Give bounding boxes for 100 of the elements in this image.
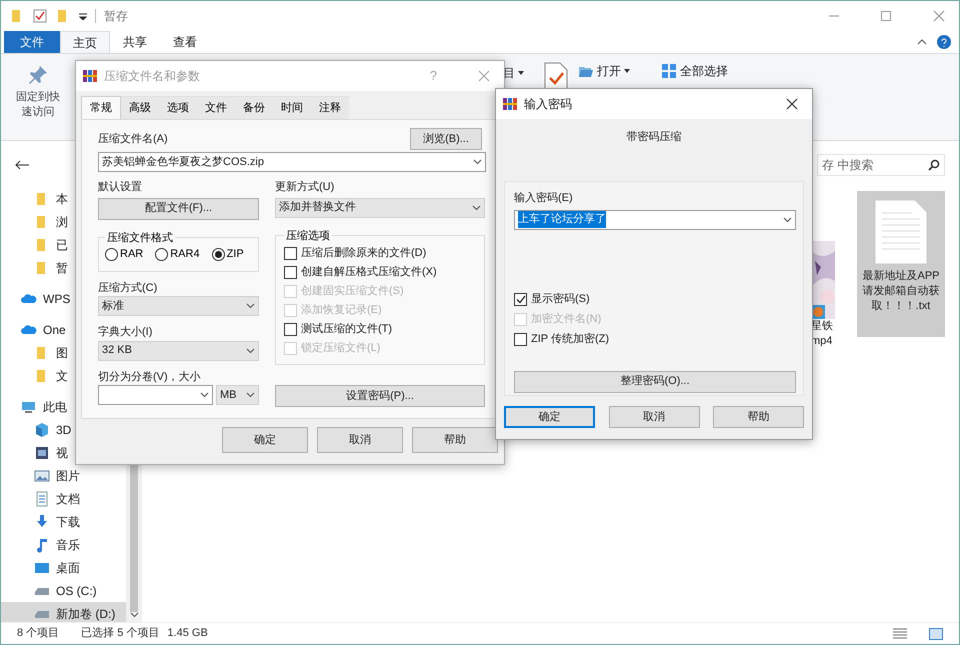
search-icon (928, 159, 940, 171)
open-button[interactable]: 打开 (578, 62, 630, 80)
dialog-subtitle: 带密码压缩 (626, 130, 682, 145)
field-label: 字典大小(I) (98, 324, 154, 340)
music-note-icon (34, 536, 50, 552)
dialog-button[interactable]: 取消 (608, 406, 700, 428)
dialog-button[interactable]: 浏览(B)... (410, 128, 482, 150)
chevron-down-icon (246, 348, 255, 354)
nav-item[interactable]: 音乐 (1, 533, 126, 556)
text-file-icon (874, 199, 928, 265)
radio-label: ZIP (226, 247, 244, 262)
dialog-tab[interactable]: 高级 (121, 96, 159, 119)
checkbox-label: 加密文件名(N) (531, 312, 602, 327)
chevron-down-icon (473, 159, 482, 165)
grid-icon (662, 64, 676, 78)
archive-app-icon (502, 96, 518, 112)
nav-item[interactable]: 图片 (1, 464, 126, 487)
search-field[interactable]: 存 中搜索 (817, 154, 945, 176)
large-icons-view-icon[interactable] (929, 628, 943, 640)
nav-item[interactable]: 视 (1, 441, 126, 464)
dialog-title: 输入密码 (524, 96, 572, 113)
dialog-button[interactable]: 帮助 (412, 427, 498, 453)
volume-size-field[interactable] (98, 385, 213, 405)
dropdown-field[interactable]: MB (216, 385, 259, 405)
dropdown-icon[interactable] (79, 12, 87, 20)
dialog-button[interactable]: 确定 (504, 406, 595, 428)
radio-button[interactable] (212, 248, 225, 261)
image-icon (34, 468, 50, 484)
radio-label: RAR4 (170, 247, 200, 262)
checkbox[interactable] (514, 292, 527, 306)
ribbon-tab[interactable]: 共享 (110, 31, 160, 53)
checkbox[interactable] (284, 323, 297, 336)
checkbox-label: ZIP 传统加密(Z) (531, 332, 610, 347)
dialog-button[interactable]: 整理密码(O)... (514, 370, 796, 392)
nav-item[interactable]: 下载 (1, 510, 126, 533)
dialog-tab[interactable]: 时间 (273, 96, 311, 119)
checkmark-icon (516, 294, 526, 304)
dropdown-field[interactable]: 32 KB (98, 340, 259, 360)
dialog-tab[interactable]: 常规 (81, 96, 121, 119)
nav-item[interactable]: 此电 (1, 395, 126, 418)
dialog-tab[interactable]: 选项 (159, 96, 197, 119)
close-icon[interactable] (786, 98, 798, 110)
nav-item[interactable]: 新加卷 (D:) (1, 602, 126, 622)
checkbox[interactable] (284, 266, 297, 279)
checkbox[interactable] (514, 332, 527, 346)
dialog-tab[interactable]: 注释 (311, 96, 349, 119)
caret-icon (624, 69, 630, 73)
back-arrow-icon[interactable] (15, 160, 29, 170)
nav-item[interactable]: 文档 (1, 487, 126, 510)
cube-icon (34, 422, 50, 438)
checkbox-label: 测试压缩的文件(T) (301, 322, 392, 338)
details-view-icon[interactable] (893, 628, 907, 640)
ribbon-tab[interactable]: 文件 (4, 31, 60, 53)
dialog-button[interactable]: 确定 (222, 427, 308, 453)
chevron-down-icon (472, 204, 481, 210)
maximize-icon[interactable] (881, 11, 891, 21)
field-label: 默认设置 (98, 180, 143, 195)
pin-icon (27, 64, 49, 86)
ribbon-tab[interactable]: 查看 (160, 31, 210, 53)
field-label: 压缩文件名(A) (98, 132, 168, 146)
window-title: 暂存 (104, 8, 128, 25)
radio-button[interactable] (105, 248, 118, 261)
dialog-button[interactable]: 取消 (317, 427, 403, 453)
caret-icon (518, 71, 524, 75)
dropdown-field[interactable]: 标准 (98, 296, 259, 316)
film-icon (34, 444, 50, 460)
status-text: 8 个项目 (17, 626, 60, 642)
checkbox-label: 添加恢复记录(E) (301, 303, 382, 318)
nav-item[interactable]: OS (C:) (1, 579, 126, 602)
collapse-ribbon-icon[interactable] (917, 39, 927, 45)
checkbox[interactable] (284, 247, 297, 260)
select-all-button[interactable]: 全部选择 (662, 62, 728, 80)
document-icon (34, 490, 50, 506)
group-title: 压缩文件格式 (106, 230, 174, 246)
help-icon[interactable] (937, 35, 951, 49)
dialog-button[interactable]: 帮助 (713, 406, 804, 428)
dialog-tab[interactable]: 备份 (235, 96, 273, 119)
dropdown-field[interactable]: 苏美铝蝉金色华夏夜之梦COS.zip (98, 152, 486, 172)
checkbox-label: 锁定压缩文件(L) (301, 340, 380, 356)
dialog-button[interactable]: 配置文件(F)... (98, 198, 259, 220)
dialog-title: 压缩文件名和参数 (104, 68, 200, 85)
ribbon-tab[interactable]: 主页 (60, 31, 110, 53)
status-text: 已选择 5 个项目 (81, 626, 160, 642)
pin-button[interactable]: 固定到快速访问 (9, 54, 67, 120)
archive-app-icon (82, 68, 98, 84)
chevron-down-icon (246, 392, 255, 398)
download-arrow-icon (34, 514, 50, 530)
dialog-button[interactable]: 设置密码(P)... (275, 385, 485, 407)
nav-item[interactable]: 3D (1, 418, 126, 441)
scroll-down-icon (130, 612, 138, 618)
checkbox-label: 显示密码(S) (531, 292, 590, 307)
dropdown-field[interactable]: 添加并替换文件 (275, 198, 485, 218)
status-text: 1.45 GB (167, 626, 208, 642)
drive-icon (34, 586, 50, 594)
radio-button[interactable] (155, 248, 168, 261)
file-item[interactable]: 最新地址及APP请发邮箱自动获取！！！.txt (857, 191, 945, 337)
nav-item[interactable]: 桌面 (1, 556, 126, 579)
field-label: 输入密码(E) (514, 190, 574, 206)
dialog-tab[interactable]: 文件 (197, 96, 235, 119)
dropdown-field[interactable]: 上车了论坛分享了 (514, 210, 796, 230)
